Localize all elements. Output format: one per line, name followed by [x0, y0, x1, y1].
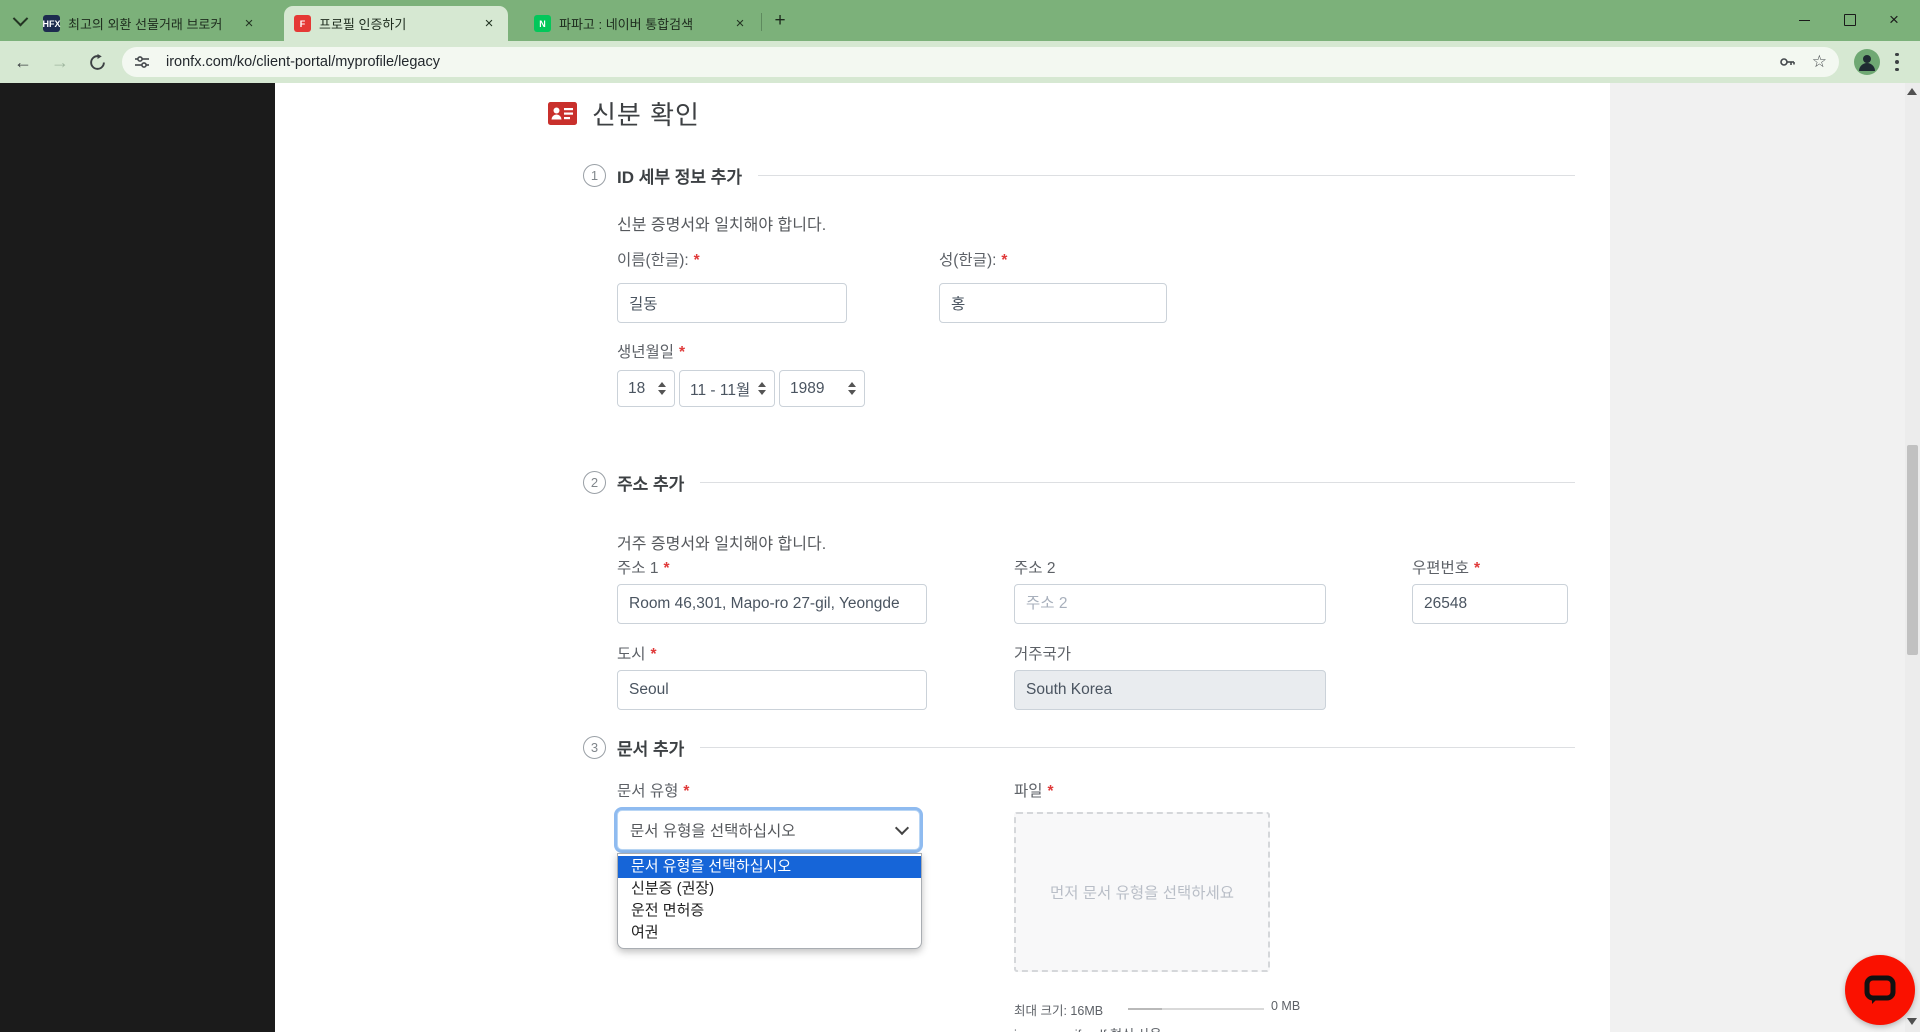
content-area	[275, 83, 1610, 1032]
url-text[interactable]: ironfx.com/ko/client-portal/myprofile/le…	[166, 54, 1770, 70]
bookmark-star-icon[interactable]: ☆	[1812, 52, 1827, 72]
country-label: 거주국가	[1014, 646, 1072, 663]
chevron-down-icon	[12, 10, 28, 26]
tab2-title: 프로필 인증하기	[319, 17, 407, 32]
close-icon: ×	[1889, 10, 1899, 29]
tab3-close-icon[interactable]: ×	[731, 15, 749, 33]
new-tab-button[interactable]: +	[768, 9, 792, 33]
address2-label: 주소 2	[1014, 560, 1056, 577]
avatar-icon	[1854, 49, 1880, 75]
browser-tab-2-active[interactable]: F 프로필 인증하기 ×	[284, 6, 508, 41]
dob-month-select[interactable]: 11 - 11월	[679, 370, 775, 407]
doc-type-option-3[interactable]: 여권	[618, 922, 921, 944]
last-name-field[interactable]	[939, 283, 1167, 323]
tab2-close-icon[interactable]: ×	[480, 15, 498, 33]
tab2-favicon: F	[294, 15, 311, 32]
page-title-row: 신분 확인	[548, 95, 700, 132]
address1-field[interactable]	[617, 584, 927, 624]
dob-day-select[interactable]: 18	[617, 370, 675, 407]
city-field[interactable]	[617, 670, 927, 710]
browser-tab-1[interactable]: HFX 최고의 외환 선물거래 브로커 ×	[33, 6, 268, 41]
tab1-favicon: HFX	[43, 15, 61, 32]
arrow-right-icon: →	[51, 51, 69, 72]
country-field	[1014, 670, 1326, 710]
doc-type-option-1[interactable]: 신분증 (권장)	[618, 878, 921, 900]
doc-type-option-0[interactable]: 문서 유형을 선택하십시오	[618, 856, 921, 878]
upload-size-bar	[1128, 1008, 1264, 1010]
step2-header: 2 주소 추가	[583, 470, 1575, 495]
live-chat-button[interactable]	[1845, 955, 1915, 1025]
step1-title: ID 세부 정보 추가	[617, 168, 743, 187]
spinner-arrows-icon	[758, 382, 766, 395]
last-name-label: 성(한글): *	[939, 252, 1008, 269]
dob-year-select[interactable]: 1989	[779, 370, 865, 407]
scrollbar-up-arrow[interactable]	[1907, 88, 1917, 95]
speech-bubble-icon	[1864, 975, 1896, 1004]
page-title: 신분 확인	[592, 100, 700, 130]
step2-number: 2	[583, 471, 606, 494]
divider	[700, 747, 1575, 748]
spinner-arrows-icon	[658, 382, 666, 395]
chevron-down-icon	[894, 820, 910, 836]
file-label: 파일 *	[1014, 783, 1054, 800]
dob-label: 생년월일 *	[617, 344, 686, 361]
profile-avatar[interactable]	[1852, 47, 1882, 77]
scrollbar-down-arrow[interactable]	[1907, 1018, 1917, 1025]
browser-tab-strip: HFX 최고의 외환 선물거래 브로커 × F 프로필 인증하기 × N 파파고…	[0, 0, 1920, 41]
right-background	[1610, 83, 1905, 1032]
address-bar[interactable]: ironfx.com/ko/client-portal/myprofile/le…	[122, 47, 1839, 77]
dropzone-hint: 먼저 문서 유형을 선택하세요	[1049, 885, 1235, 902]
tab-search-button[interactable]	[8, 9, 32, 33]
divider	[758, 175, 1575, 176]
browser-tab-3[interactable]: N 파파고 : 네이버 통합검색 ×	[524, 6, 759, 41]
screen: HFX 최고의 외환 선물거래 브로커 × F 프로필 인증하기 × N 파파고…	[0, 0, 1920, 1032]
window-maximize-button[interactable]	[1827, 0, 1873, 40]
doc-type-label: 문서 유형 *	[617, 783, 690, 800]
doc-type-dropdown: 문서 유형을 선택하십시오 신분증 (권장) 운전 면허증 여권	[617, 853, 922, 949]
window-close-button[interactable]: ×	[1871, 0, 1917, 40]
browser-menu-button[interactable]	[1891, 51, 1903, 73]
step3-title: 문서 추가	[617, 740, 685, 759]
doc-type-option-2[interactable]: 운전 면허증	[618, 900, 921, 922]
password-key-icon[interactable]	[1778, 53, 1796, 71]
tab1-close-icon[interactable]: ×	[240, 15, 258, 33]
step3-header: 3 문서 추가	[583, 735, 1575, 760]
spinner-arrows-icon	[848, 382, 856, 395]
first-name-field[interactable]	[617, 283, 847, 323]
doc-type-select[interactable]: 문서 유형을 선택하십시오	[617, 810, 920, 850]
step2-subtitle: 거주 증명서와 일치해야 합니다.	[617, 536, 827, 553]
maximize-icon	[1844, 14, 1856, 26]
scrollbar-thumb[interactable]	[1907, 445, 1918, 655]
left-dark-panel	[0, 83, 275, 1032]
address2-field[interactable]	[1014, 584, 1326, 624]
step1-number: 1	[583, 164, 606, 187]
step3-number: 3	[583, 736, 606, 759]
window-minimize-button[interactable]	[1781, 0, 1827, 40]
address1-label: 주소 1 *	[617, 560, 670, 577]
step1-header: 1 ID 세부 정보 추가	[583, 163, 1575, 188]
file-dropzone[interactable]: 먼저 문서 유형을 선택하세요	[1014, 812, 1270, 972]
back-button[interactable]: ←	[8, 47, 38, 77]
postal-code-label: 우편번호 *	[1412, 560, 1481, 577]
refresh-icon	[89, 53, 105, 70]
postal-code-field[interactable]	[1412, 584, 1568, 624]
file-format-note-clipped: jpg, png, gif, pdf 형식 사용	[1014, 1024, 1162, 1032]
id-card-icon	[548, 102, 577, 125]
tab3-favicon: N	[534, 15, 551, 32]
step1-subtitle: 신분 증명서와 일치해야 합니다.	[617, 217, 827, 234]
tab1-title: 최고의 외환 선물거래 브로커	[68, 17, 223, 32]
divider	[700, 482, 1575, 483]
tab3-title: 파파고 : 네이버 통합검색	[559, 17, 694, 32]
city-label: 도시 *	[617, 646, 657, 663]
step2-title: 주소 추가	[617, 475, 685, 494]
reload-button[interactable]	[82, 47, 112, 77]
minimize-icon	[1798, 19, 1810, 21]
site-info-icon[interactable]	[134, 54, 150, 70]
first-name-label: 이름(한글): *	[617, 252, 700, 269]
arrow-left-icon: ←	[14, 51, 32, 72]
current-size-text: 0 MB	[1271, 999, 1301, 1013]
max-size-text: 최대 크기: 16MB	[1014, 1004, 1104, 1018]
tab-separator	[761, 13, 762, 31]
forward-button[interactable]: →	[45, 47, 75, 77]
